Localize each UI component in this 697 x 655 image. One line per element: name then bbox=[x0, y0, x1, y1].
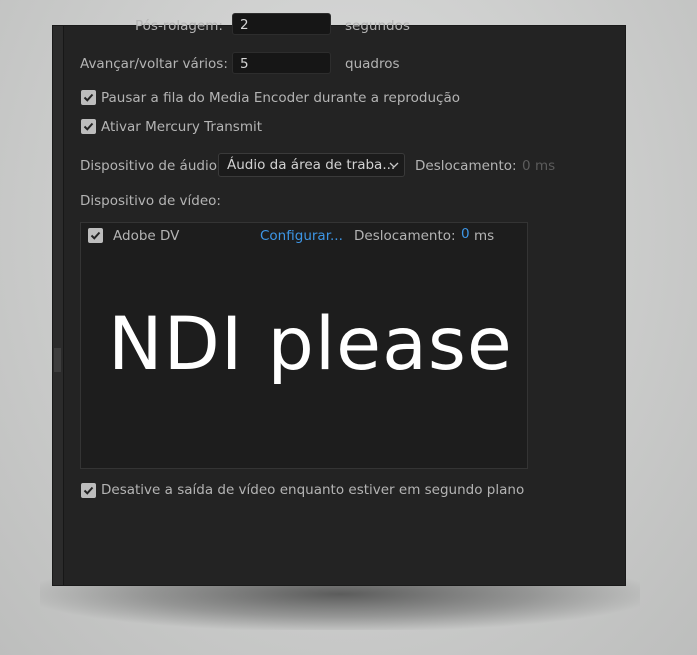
video-offset-unit: ms bbox=[474, 228, 495, 244]
chevron-down-icon bbox=[389, 162, 399, 168]
postroll-input[interactable]: 2 bbox=[232, 13, 331, 35]
check-icon bbox=[83, 486, 94, 495]
overlay-text: NDI please bbox=[108, 302, 513, 387]
disable-background-checkbox[interactable] bbox=[81, 483, 96, 498]
disable-background-label: Desative a saída de vídeo enquanto estiv… bbox=[101, 482, 525, 498]
pause-media-encoder-checkbox[interactable] bbox=[81, 90, 96, 105]
preferences-dialog: Pós-rolagem: 2 segundos Avançar/voltar v… bbox=[53, 13, 625, 585]
enable-mercury-label: Ativar Mercury Transmit bbox=[101, 119, 263, 135]
video-offset-label: Deslocamento: bbox=[354, 228, 456, 244]
audio-device-dropdown[interactable]: Áudio da área de traba... bbox=[218, 153, 405, 177]
video-device-label: Dispositivo de vídeo: bbox=[80, 193, 221, 209]
audio-offset-label: Deslocamento: bbox=[415, 158, 517, 174]
video-device-checkbox[interactable] bbox=[88, 228, 103, 243]
audio-offset-value: 0 bbox=[522, 158, 531, 174]
audio-offset-unit: ms bbox=[535, 158, 556, 174]
video-offset-value[interactable]: 0 bbox=[461, 226, 470, 242]
postroll-unit: segundos bbox=[345, 18, 410, 34]
pause-media-encoder-label: Pausar a fila do Media Encoder durante a… bbox=[101, 90, 461, 106]
audio-device-label: Dispositivo de áudio: bbox=[80, 158, 222, 174]
resize-grip[interactable] bbox=[54, 348, 61, 372]
step-unit: quadros bbox=[345, 56, 400, 72]
enable-mercury-checkbox[interactable] bbox=[81, 119, 96, 134]
step-label: Avançar/voltar vários: bbox=[80, 56, 228, 72]
video-configure-link[interactable]: Configurar... bbox=[260, 228, 343, 244]
check-icon bbox=[90, 231, 101, 240]
postroll-label: Pós-rolagem: bbox=[135, 18, 223, 34]
step-input[interactable]: 5 bbox=[232, 52, 331, 74]
video-device-name: Adobe DV bbox=[113, 228, 180, 244]
audio-device-value: Áudio da área de traba... bbox=[227, 157, 396, 173]
check-icon bbox=[83, 122, 94, 131]
check-icon bbox=[83, 93, 94, 102]
sidebar-edge bbox=[53, 26, 64, 585]
